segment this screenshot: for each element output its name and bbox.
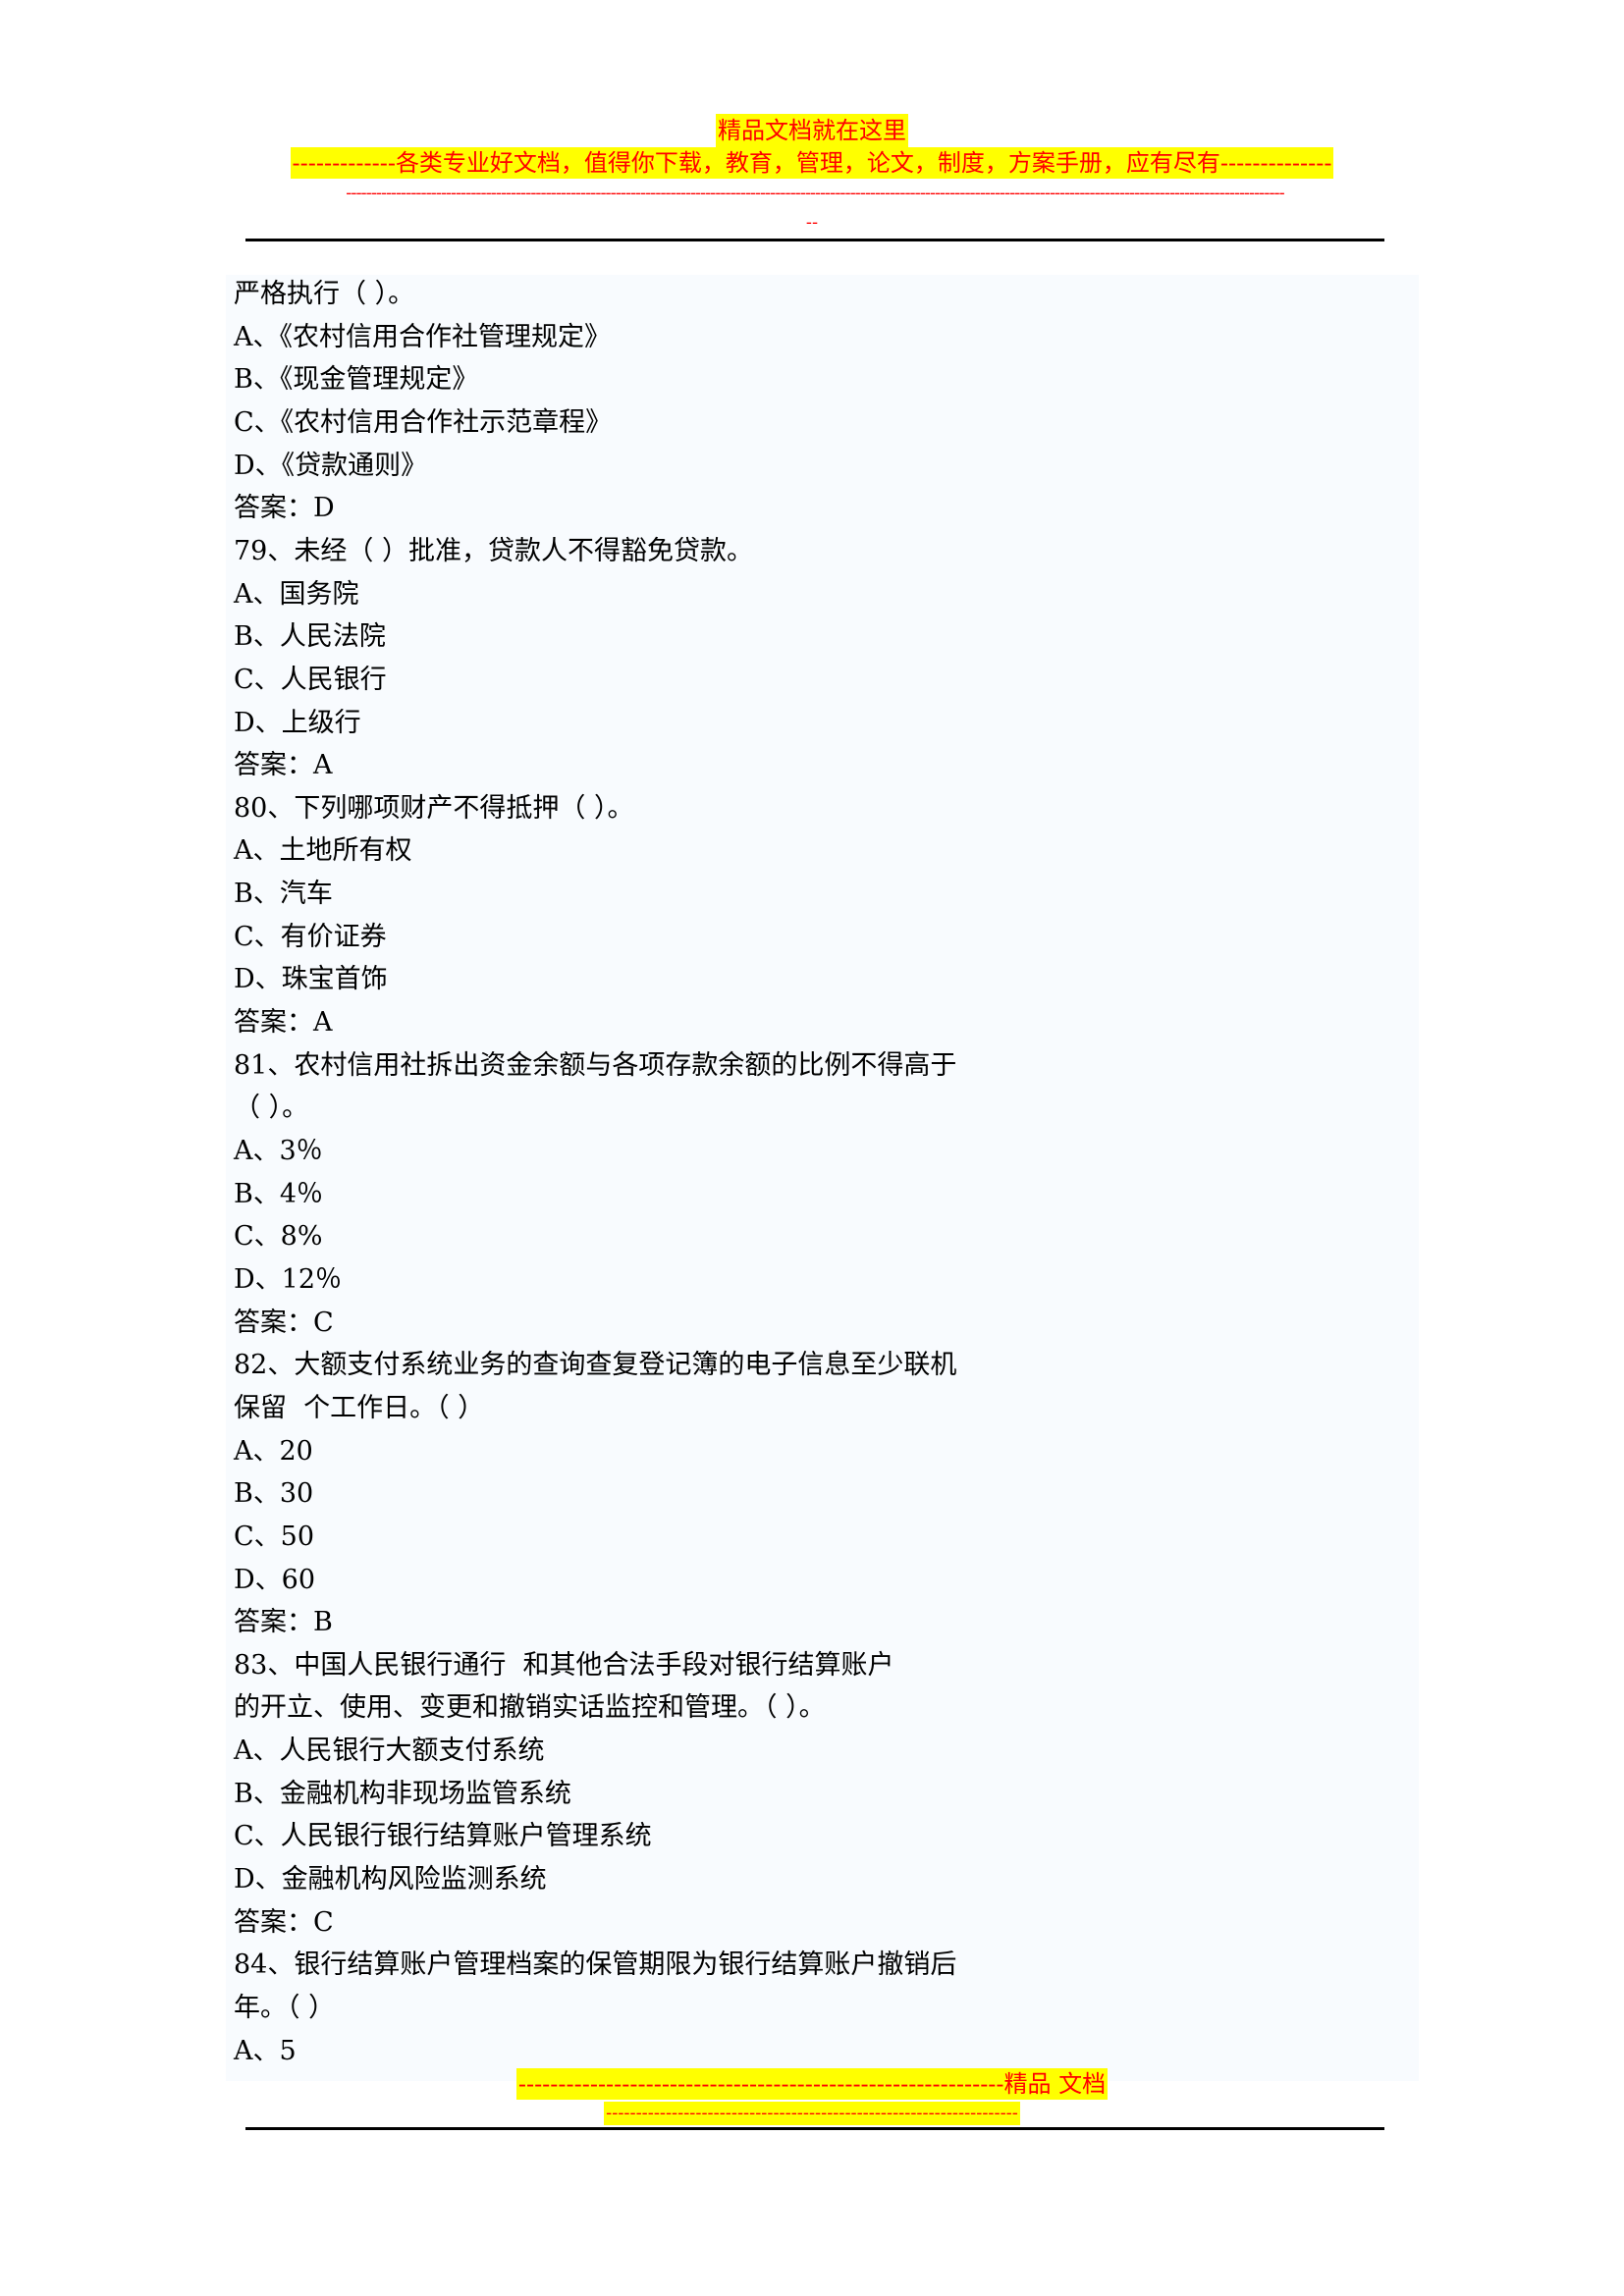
option-line: B、4％: [234, 1178, 324, 1209]
option-line: B、30: [234, 1478, 314, 1510]
document-body: 严格执行（ ）。 A、《农村信用合作社管理规定》 B、《现金管理规定》 C、《农村信用…: [226, 275, 1419, 2081]
answer-line: 答案：D: [234, 493, 335, 524]
option-line: C、人民银行银行结算账户管理系统: [234, 1821, 652, 1852]
question-line: 的开立、使用、变更和撤销实话监控和管理。（ ）。: [234, 1692, 826, 1724]
answer-line: 答案：C: [234, 1906, 334, 1938]
option-line: D、《贷款通则》: [234, 450, 428, 481]
footer-rule: [245, 2127, 1384, 2130]
question-line: 83、中国人民银行通行 和其他合法手段对银行结算账户: [234, 1649, 894, 1681]
option-line: C、《农村信用合作社示范章程》: [234, 406, 613, 438]
option-line: B、汽车: [234, 879, 333, 910]
header-dashes: ----------------------------------------…: [346, 183, 1284, 203]
option-line: B、人民法院: [234, 621, 386, 653]
question-line: 保留 个工作日。（ ）: [234, 1392, 485, 1423]
option-line: A、国务院: [234, 578, 359, 610]
option-line: D、金融机构风险监测系统: [234, 1864, 547, 1896]
question-line: 80、下列哪项财产不得抵押（ ）。: [234, 792, 634, 824]
header-title: 精品文档就在这里: [0, 114, 1624, 147]
footer-line-2: ----------------------------------------…: [604, 2102, 1020, 2125]
question-line: （ ）。: [234, 1093, 309, 1124]
option-line: B、金融机构非现场监管系统: [234, 1778, 571, 1809]
option-line: B、《现金管理规定》: [234, 364, 479, 396]
header-dashes-tail: --: [805, 212, 819, 233]
answer-line: 答案：C: [234, 1307, 334, 1338]
option-line: C、人民银行: [234, 664, 387, 695]
question-line: 严格执行（ ）。: [234, 279, 415, 309]
question-line: 79、未经（ ）批准，贷款人不得豁免贷款。: [234, 535, 753, 566]
option-line: A、3％: [234, 1136, 323, 1166]
answer-line: 答案：A: [234, 750, 333, 781]
option-line: C、50: [234, 1521, 315, 1552]
header-subtitle: -------------各类专业好文档，值得你下载，教育，管理，论文，制度，方…: [290, 147, 1334, 179]
footer-line-1: ----------------------------------------…: [515, 2068, 1109, 2100]
option-line: C、有价证券: [234, 921, 387, 952]
question-line: 年。（ ）: [234, 1993, 336, 2023]
option-line: A、5: [234, 2035, 297, 2066]
question-line: 84、银行结算账户管理档案的保管期限为银行结算账户撤销后: [234, 1949, 957, 1981]
question-line: 81、农村信用社拆出资金余额与各项存款余额的比例不得高于: [234, 1049, 957, 1081]
option-line: A、人民银行大额支付系统: [234, 1735, 545, 1767]
option-line: C、8%: [234, 1221, 323, 1253]
option-line: A、20: [234, 1435, 313, 1467]
answer-line: 答案：A: [234, 1007, 333, 1039]
answer-line: 答案：B: [234, 1607, 333, 1638]
option-line: D、珠宝首饰: [234, 964, 388, 995]
question-line: 82、大额支付系统业务的查询查复登记簿的电子信息至少联机: [234, 1350, 957, 1381]
header-rule: [245, 239, 1384, 241]
option-line: A、《农村信用合作社管理规定》: [234, 321, 611, 352]
option-line: D、上级行: [234, 707, 361, 738]
option-line: D、60: [234, 1564, 316, 1595]
option-line: D、12％: [234, 1263, 343, 1295]
option-line: A、土地所有权: [234, 835, 412, 867]
